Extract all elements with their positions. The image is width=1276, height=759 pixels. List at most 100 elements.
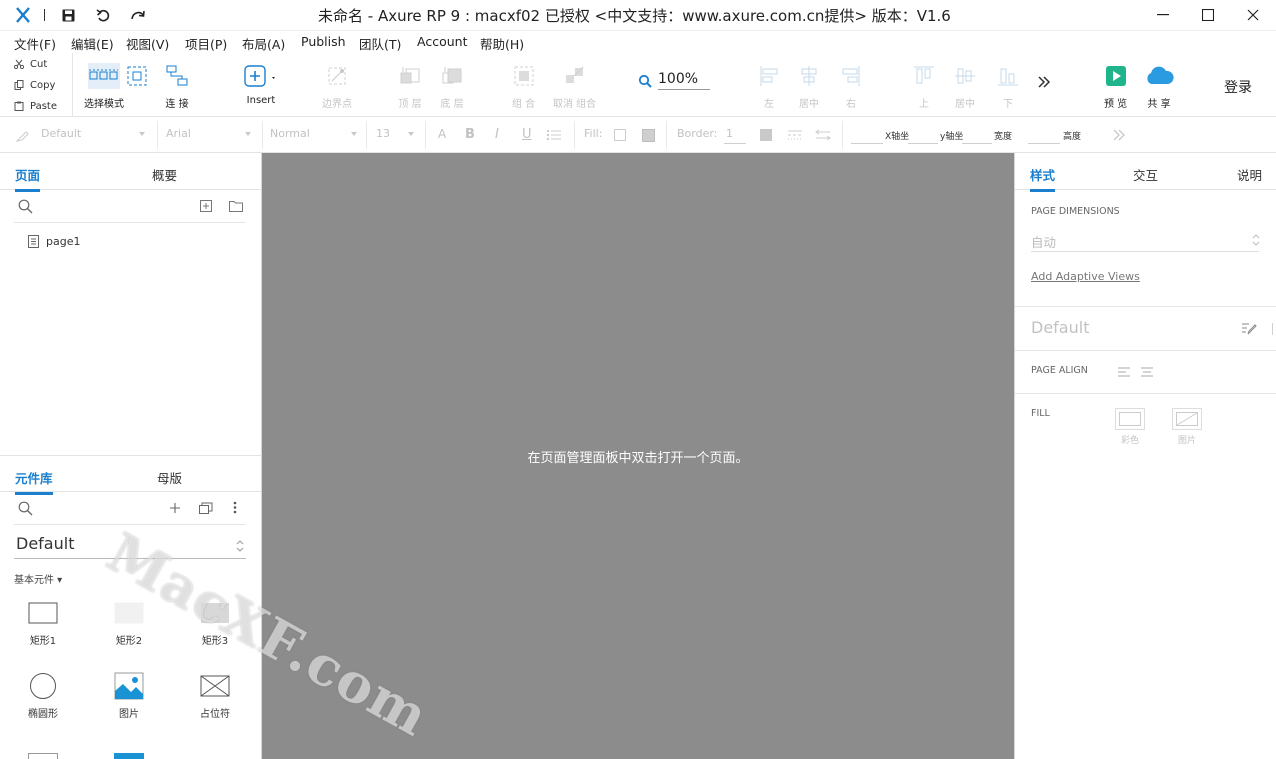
- preview-button[interactable]: 预 览: [1104, 63, 1127, 110]
- w-input-underline[interactable]: [962, 143, 992, 144]
- align-left-page-icon[interactable]: [1117, 367, 1131, 377]
- paste-button[interactable]: Paste: [14, 96, 57, 116]
- widget-rectangle-1[interactable]: 矩形1: [13, 599, 73, 647]
- more-options-icon[interactable]: [233, 501, 237, 514]
- scissors-icon: [14, 59, 24, 69]
- group-button[interactable]: 组 合: [512, 63, 535, 110]
- font-size-select[interactable]: 13: [376, 127, 390, 140]
- underline-button[interactable]: U: [522, 127, 532, 142]
- login-button[interactable]: 登录: [1224, 77, 1252, 97]
- h-input-underline[interactable]: [1028, 143, 1060, 144]
- tab-libraries[interactable]: 元件库: [15, 468, 53, 495]
- bring-to-front-button[interactable]: 顶 层: [398, 63, 422, 110]
- library-select[interactable]: Default: [14, 533, 246, 559]
- bold-button[interactable]: B: [465, 127, 475, 142]
- maximize-button[interactable]: [1193, 4, 1223, 26]
- format-divider: [574, 121, 575, 149]
- bullet-list-icon[interactable]: [546, 129, 562, 141]
- page-item[interactable]: page1: [28, 235, 80, 248]
- more-tools-button[interactable]: [1037, 75, 1051, 89]
- share-button[interactable]: 共 享: [1143, 63, 1175, 110]
- align-bottom-label: 下: [1003, 99, 1013, 110]
- close-button[interactable]: [1238, 4, 1268, 26]
- tab-interactions[interactable]: 交互: [1133, 165, 1158, 184]
- widget-placeholder[interactable]: 占位符: [185, 672, 245, 720]
- connect-button[interactable]: 连 接: [165, 63, 189, 110]
- align-middle-button[interactable]: 居中: [954, 63, 976, 110]
- font-family-select[interactable]: Arial: [166, 127, 191, 140]
- menu-file[interactable]: 文件(F): [14, 34, 56, 53]
- tab-masters[interactable]: 母版: [157, 468, 182, 487]
- border-style-icon[interactable]: [787, 129, 803, 141]
- style-paint-icon[interactable]: [16, 129, 29, 142]
- send-back-icon: [440, 63, 464, 89]
- edit-style-icon[interactable]: [1241, 322, 1257, 336]
- fill-color-swatch[interactable]: [614, 129, 626, 141]
- fill-shadow-swatch[interactable]: [642, 129, 655, 142]
- font-weight-select[interactable]: Normal: [270, 127, 310, 140]
- page-dimensions-section: PAGE DIMENSIONS 自动 Add Adaptive Views: [1015, 190, 1276, 307]
- border-width-input[interactable]: 1: [726, 127, 733, 140]
- search-icon[interactable]: [18, 501, 33, 516]
- align-left-button[interactable]: 左: [759, 63, 779, 110]
- zoom-value[interactable]: 100%: [658, 71, 710, 90]
- menu-project[interactable]: 项目(P): [185, 34, 227, 53]
- align-bottom-button[interactable]: 下: [997, 63, 1019, 110]
- tab-notes[interactable]: 说明: [1237, 165, 1262, 184]
- tab-outline[interactable]: 概要: [152, 165, 177, 184]
- select-mode-button[interactable]: 选择模式: [84, 63, 124, 110]
- panel-resize-grip[interactable]: [1272, 323, 1276, 335]
- zoom-control[interactable]: 100%: [638, 71, 710, 90]
- widget-label: 矩形3: [201, 636, 229, 647]
- add-adaptive-views-link[interactable]: Add Adaptive Views: [1031, 270, 1140, 283]
- y-input-underline[interactable]: [908, 143, 938, 144]
- widget-rectangle-2[interactable]: 矩形2: [99, 599, 159, 647]
- tab-pages[interactable]: 页面: [15, 165, 41, 192]
- tab-style[interactable]: 样式: [1030, 165, 1056, 192]
- add-library-icon[interactable]: [169, 502, 181, 514]
- cut-button[interactable]: Cut: [14, 54, 47, 74]
- border-color-swatch[interactable]: [760, 129, 772, 141]
- widget-ellipse[interactable]: 椭圆形: [13, 672, 73, 720]
- arrow-style-icon[interactable]: [815, 129, 831, 141]
- page-dimensions-value[interactable]: 自动: [1031, 232, 1056, 251]
- insert-button[interactable]: Insert: [244, 63, 278, 106]
- align-right-button[interactable]: 右: [841, 63, 861, 110]
- align-top-button[interactable]: 上: [913, 63, 935, 110]
- more-format-icon[interactable]: [1112, 129, 1126, 141]
- minimize-button[interactable]: [1148, 4, 1178, 26]
- widget-rectangle-3[interactable]: 矩形3: [185, 599, 245, 647]
- undo-icon[interactable]: [94, 6, 112, 24]
- save-icon[interactable]: [59, 6, 77, 24]
- design-canvas[interactable]: 在页面管理面板中双击打开一个页面。: [262, 153, 1014, 759]
- widget-image[interactable]: 图片: [99, 672, 159, 720]
- fill-image-button[interactable]: [1172, 408, 1202, 430]
- add-page-icon[interactable]: [200, 200, 212, 212]
- widget-category[interactable]: 基本元件 ▾: [14, 571, 62, 586]
- send-to-back-button[interactable]: 底 层: [440, 63, 464, 110]
- menu-help[interactable]: 帮助(H): [480, 34, 524, 53]
- page-style-name[interactable]: Default: [1031, 318, 1089, 337]
- ungroup-button[interactable]: 取消 组合: [553, 63, 596, 110]
- add-folder-icon[interactable]: [229, 200, 243, 212]
- style-select[interactable]: Default: [41, 127, 81, 140]
- search-icon[interactable]: [18, 199, 33, 214]
- edit-points-button[interactable]: 边界点: [322, 63, 352, 110]
- crop-select-button[interactable]: [126, 63, 148, 89]
- align-center-button[interactable]: 居中: [799, 63, 819, 110]
- menu-edit[interactable]: 编辑(E): [71, 34, 114, 53]
- placeholder-icon: [200, 672, 230, 700]
- fill-color-button[interactable]: [1115, 408, 1145, 430]
- redo-icon[interactable]: [129, 6, 147, 24]
- italic-button[interactable]: I: [495, 127, 499, 142]
- menu-account[interactable]: Account: [417, 34, 467, 49]
- copy-button[interactable]: Copy: [14, 75, 55, 95]
- menu-team[interactable]: 团队(T): [359, 34, 401, 53]
- font-color-button[interactable]: A: [438, 127, 446, 141]
- menu-publish[interactable]: Publish: [301, 34, 346, 49]
- menu-view[interactable]: 视图(V): [126, 34, 169, 53]
- library-manage-icon[interactable]: [199, 502, 213, 514]
- x-input-underline[interactable]: [851, 143, 883, 144]
- align-center-page-icon[interactable]: [1140, 367, 1154, 377]
- menu-layout[interactable]: 布局(A): [242, 34, 285, 53]
